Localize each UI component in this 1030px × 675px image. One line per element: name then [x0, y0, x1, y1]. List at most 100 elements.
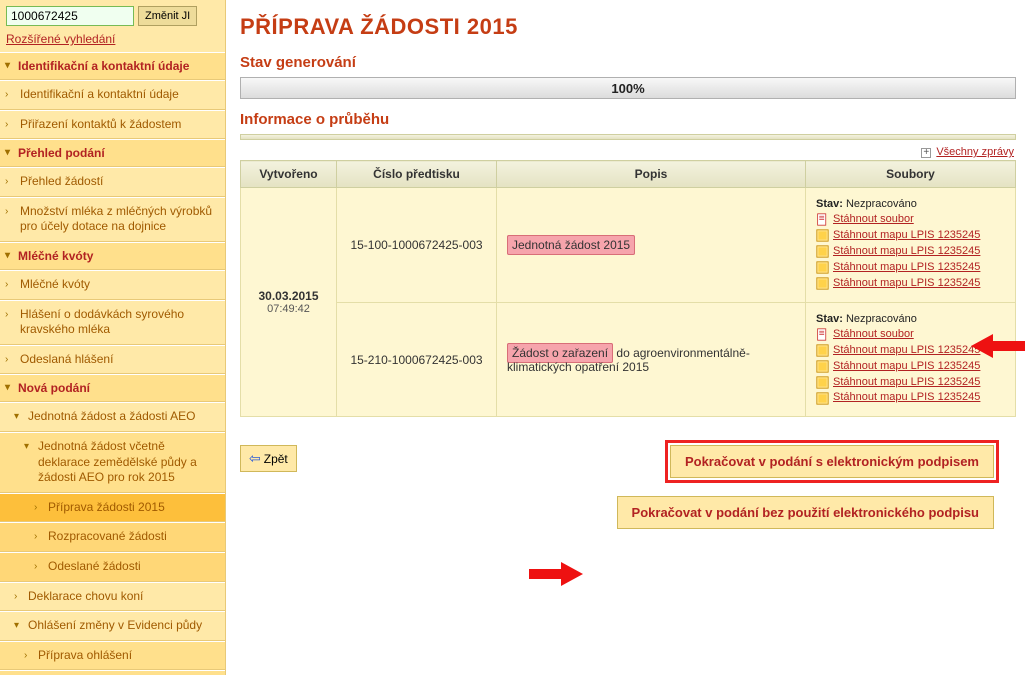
table-row: 30.03.2015 07:49:42 15-100-1000672425-00…: [241, 188, 1016, 303]
nav-item-rozpracovane[interactable]: › Rozpracované žádosti: [0, 522, 225, 552]
nav-item-label: Přehled žádostí: [20, 174, 103, 188]
desc-highlight: Jednotná žádost 2015: [507, 235, 635, 255]
download-map-link[interactable]: Stáhnout mapu LPIS 1235245: [833, 359, 980, 375]
nav-item-label: Přiřazení kontaktů k žádostem: [20, 117, 181, 131]
chevron-down-icon: ▾: [5, 382, 10, 393]
nav-item-label: Identifikační a kontaktní údaje: [20, 87, 179, 101]
nav-item[interactable]: › Identifikační a kontaktní údaje: [0, 80, 225, 110]
map-icon: [816, 344, 829, 357]
download-map-link[interactable]: Stáhnout mapu LPIS 1235245: [833, 228, 980, 244]
continue-sign-button[interactable]: Pokračovat v podání s elektronickým podp…: [670, 445, 994, 478]
chevron-right-icon: ›: [5, 118, 8, 131]
download-map-link[interactable]: Stáhnout mapu LPIS 1235245: [833, 343, 980, 359]
download-file-link[interactable]: Stáhnout soubor: [833, 327, 914, 343]
pdf-icon: [816, 328, 829, 341]
download-map-link[interactable]: Stáhnout mapu LPIS 1235245: [833, 260, 980, 276]
annotation-arrow-icon: [971, 332, 1025, 360]
nav-item-label: Deklarace chovu koní: [28, 589, 143, 603]
nav-item-label: Ohlášení změny v Evidenci půdy: [28, 618, 202, 632]
download-map-link[interactable]: Stáhnout mapu LPIS 1235245: [833, 276, 980, 292]
chevron-down-icon: ▾: [5, 147, 10, 158]
nav-section-label: Identifikační a kontaktní údaje: [18, 59, 189, 73]
download-map-link[interactable]: Stáhnout mapu LPIS 1235245: [833, 375, 980, 391]
nav-item-ohlaseni[interactable]: ▾ Ohlášení změny v Evidenci půdy: [0, 611, 225, 641]
progress-bar: 100%: [240, 77, 1016, 99]
file-row: Stáhnout soubor: [816, 212, 1005, 228]
nav-item-deklarace-koni[interactable]: › Deklarace chovu koní: [0, 582, 225, 612]
nav-item-label: Množství mléka z mléčných výrobků pro úč…: [20, 204, 212, 234]
map-icon: [816, 360, 829, 373]
nav-item-rozpracovane-ohlaseni[interactable]: › Rozpracované ohlášení: [0, 670, 225, 675]
map-icon: [816, 376, 829, 389]
search-row: Změnit JI: [0, 2, 225, 30]
nav-item-label: Odeslané žádosti: [48, 559, 141, 573]
nav-item[interactable]: › Přiřazení kontaktů k žádostem: [0, 110, 225, 140]
chevron-right-icon: ›: [5, 205, 8, 218]
nav-section-label: Mléčné kvóty: [18, 249, 93, 263]
info-title: Informace o průběhu: [240, 111, 1016, 128]
chevron-down-icon: ▾: [24, 440, 29, 453]
map-icon: [816, 277, 829, 290]
arrow-left-icon: ⇦: [249, 450, 261, 467]
nav-item-label: Mléčné kvóty: [20, 277, 90, 291]
nav-item-label: Příprava ohlášení: [38, 648, 132, 662]
annotation-arrow-icon: [529, 560, 583, 588]
nav-item[interactable]: › Hlášení o dodávkách syrového kravského…: [0, 300, 225, 345]
nav-item[interactable]: › Odeslaná hlášení: [0, 345, 225, 375]
advanced-search-link[interactable]: Rozšířené vyhledání: [0, 30, 225, 52]
col-header-number: Číslo předtisku: [337, 161, 497, 188]
table-row: 15-210-1000672425-003 Žádost o zařazení …: [241, 302, 1016, 417]
download-file-link[interactable]: Stáhnout soubor: [833, 212, 914, 228]
nav-section-nova[interactable]: ▾ Nová podání: [0, 374, 225, 402]
nav-item-jednotna[interactable]: ▾ Jednotná žádost a žádosti AEO: [0, 402, 225, 432]
chevron-right-icon: ›: [24, 649, 27, 662]
all-news-link[interactable]: Všechny zprávy: [936, 146, 1014, 158]
download-map-link[interactable]: Stáhnout mapu LPIS 1235245: [833, 244, 980, 260]
all-news-row: + Všechny zprávy: [240, 146, 1014, 158]
back-button[interactable]: ⇦ Zpět: [240, 445, 297, 472]
sidebar: Změnit JI Rozšířené vyhledání ▾ Identifi…: [0, 0, 226, 675]
nav-item[interactable]: › Množství mléka z mléčných výrobků pro …: [0, 197, 225, 242]
nav-item-priprava-ohlaseni[interactable]: › Příprava ohlášení: [0, 641, 225, 671]
change-ji-button[interactable]: Změnit JI: [138, 6, 197, 26]
col-header-desc: Popis: [497, 161, 806, 188]
back-button-label: Zpět: [264, 452, 288, 466]
nav-item-jednotna-2015[interactable]: ▾ Jednotná žádost včetně deklarace zeměd…: [0, 432, 225, 493]
nav-section-ident[interactable]: ▾ Identifikační a kontaktní údaje: [0, 52, 225, 80]
status-value: Nezpracováno: [846, 313, 917, 325]
cell-number: 15-210-1000672425-003: [337, 302, 497, 417]
chevron-down-icon: ▾: [14, 410, 19, 423]
pdf-icon: [816, 213, 829, 226]
chevron-right-icon: ›: [34, 501, 37, 514]
progress-table: Vytvořeno Číslo předtisku Popis Soubory …: [240, 160, 1016, 417]
cell-desc: Žádost o zařazení do agroenvironmentálně…: [497, 302, 806, 417]
nav-item[interactable]: › Přehled žádostí: [0, 167, 225, 197]
chevron-right-icon: ›: [34, 560, 37, 573]
chevron-down-icon: ▾: [5, 60, 10, 71]
cell-files: Stav: Nezpracováno Stáhnout soubor Stáhn…: [806, 188, 1016, 303]
nav-item-label: Hlášení o dodávkách syrového kravského m…: [20, 307, 184, 337]
search-input[interactable]: [6, 6, 134, 26]
nav-section-prehled[interactable]: ▾ Přehled podání: [0, 139, 225, 167]
map-icon: [816, 229, 829, 242]
page-title: PŘÍPRAVA ŽÁDOSTI 2015: [240, 14, 1016, 40]
nav-item-label: Rozpracované žádosti: [48, 529, 167, 543]
nav-item-label: Jednotná žádost a žádosti AEO: [28, 409, 195, 423]
nav-section-mlecne[interactable]: ▾ Mléčné kvóty: [0, 242, 225, 270]
cell-desc: Jednotná žádost 2015: [497, 188, 806, 303]
download-map-link[interactable]: Stáhnout mapu LPIS 1235245: [833, 390, 980, 406]
plus-icon[interactable]: +: [921, 148, 931, 158]
chevron-right-icon: ›: [5, 308, 8, 321]
continue-nosign-button[interactable]: Pokračovat v podání bez použití elektron…: [617, 496, 994, 529]
chevron-right-icon: ›: [5, 353, 8, 366]
status-label: Stav:: [816, 198, 843, 210]
status-value: Nezpracováno: [846, 198, 917, 210]
nav-item-label: Odeslaná hlášení: [20, 352, 113, 366]
status-line: Stav: Nezpracováno: [816, 198, 1005, 210]
main-content: PŘÍPRAVA ŽÁDOSTI 2015 Stav generování 10…: [226, 0, 1030, 675]
col-header-created: Vytvořeno: [241, 161, 337, 188]
col-header-files: Soubory: [806, 161, 1016, 188]
nav-item-odeslane[interactable]: › Odeslané žádosti: [0, 552, 225, 582]
nav-item[interactable]: › Mléčné kvóty: [0, 270, 225, 300]
nav-item-priprava-2015[interactable]: › Příprava žádosti 2015: [0, 493, 225, 523]
